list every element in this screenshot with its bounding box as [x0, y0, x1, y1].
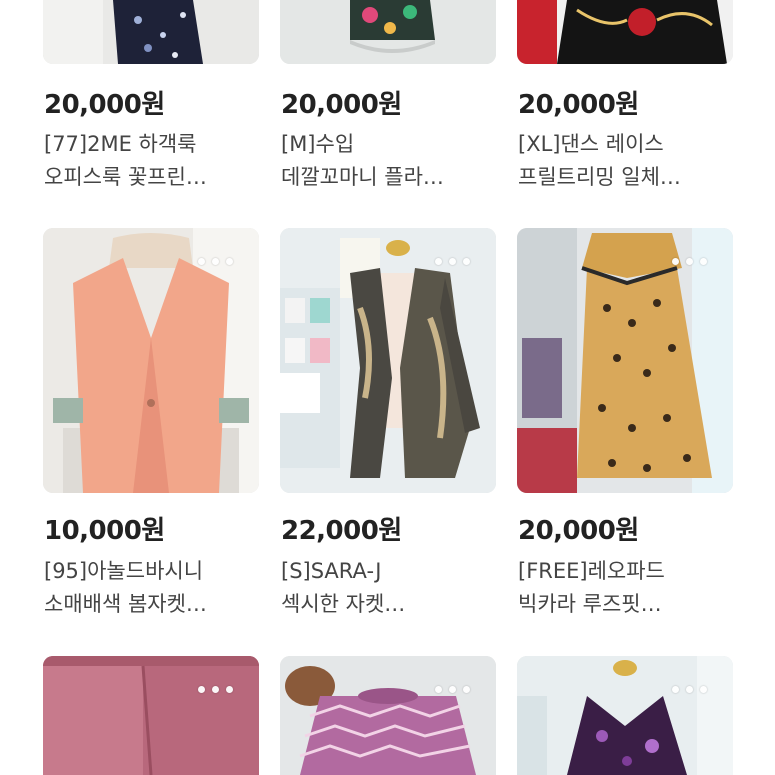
product-image[interactable]	[517, 228, 733, 493]
product-grid: 20,000원 [77]2ME 하객룩 오피스룩 꽃프린… 20,000원 [M…	[0, 0, 775, 775]
product-title-line2: 프릴트리밍 일체…	[518, 165, 681, 189]
product-title-line2: 오피스룩 꽃프린…	[44, 165, 207, 189]
product-title-line1: [M]수입	[281, 132, 355, 156]
product-title-line2: 소매배색 봄자켓…	[44, 592, 207, 616]
product-title-line2: 데깔꼬마니 플라…	[281, 165, 444, 189]
more-dots-icon[interactable]	[435, 686, 470, 693]
product-price: 20,000원	[518, 90, 639, 120]
product-title-line2: 빅카라 루즈핏…	[518, 592, 662, 616]
product-price: 20,000원	[281, 90, 402, 120]
product-title-line1: [77]2ME 하객룩	[44, 132, 197, 156]
product-image[interactable]	[43, 656, 259, 775]
product-title-line1: [S]SARA-J	[281, 559, 382, 583]
more-dots-icon[interactable]	[198, 258, 233, 265]
product-price: 20,000원	[44, 90, 165, 120]
product-title-line2: 섹시한 자켓…	[281, 592, 406, 616]
product-title-line1: [XL]댄스 레이스	[518, 132, 664, 156]
product-image[interactable]	[43, 228, 259, 493]
product-image[interactable]	[280, 228, 496, 493]
more-dots-icon[interactable]	[672, 686, 707, 693]
more-dots-icon[interactable]	[672, 258, 707, 265]
more-dots-icon[interactable]	[198, 686, 233, 693]
product-image[interactable]	[43, 0, 259, 64]
product-image[interactable]	[517, 0, 733, 64]
more-dots-icon[interactable]	[435, 258, 470, 265]
product-title-line1: [95]아놀드바시니	[44, 559, 204, 583]
product-image[interactable]	[280, 0, 496, 64]
product-image[interactable]	[517, 656, 733, 775]
product-price: 20,000원	[518, 516, 639, 546]
product-image[interactable]	[280, 656, 496, 775]
product-title-line1: [FREE]레오파드	[518, 559, 665, 583]
product-price: 10,000원	[44, 516, 165, 546]
product-price: 22,000원	[281, 516, 402, 546]
